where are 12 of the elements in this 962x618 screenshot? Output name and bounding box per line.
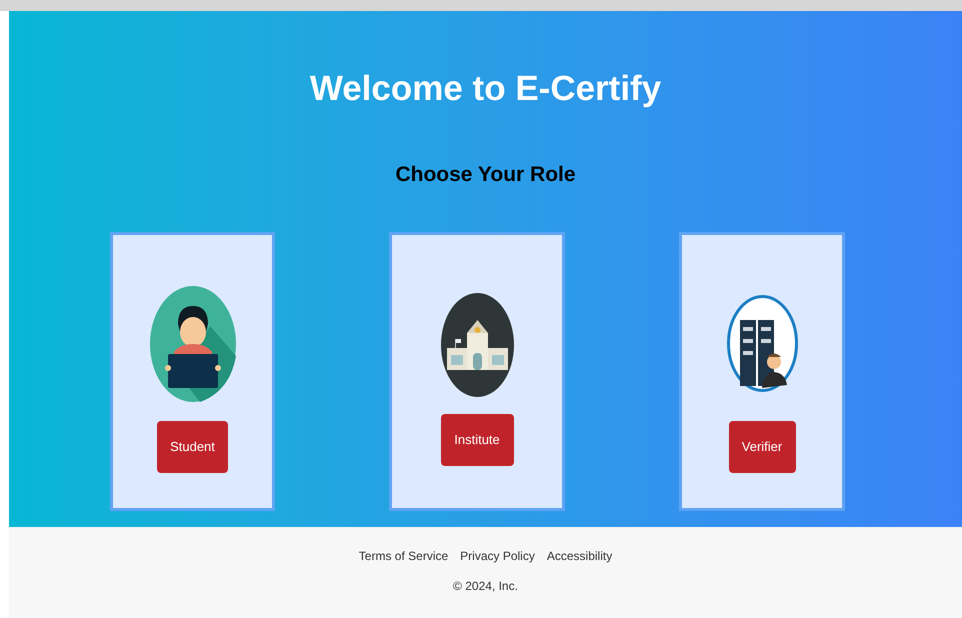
copyright-text: © 2024, Inc. xyxy=(453,578,518,595)
footer-link[interactable]: Accessibility xyxy=(546,547,612,565)
role-button[interactable]: Student xyxy=(157,421,228,473)
role-button[interactable]: Institute xyxy=(440,414,514,466)
footer-link[interactable]: Privacy Policy xyxy=(460,547,535,565)
footer-link[interactable]: Terms of Service xyxy=(358,547,448,565)
section-heading: Choose Your Role xyxy=(395,162,576,188)
office-worker-icon xyxy=(726,295,798,392)
student-reading-icon xyxy=(150,286,236,402)
page-title: Welcome to E-Certify xyxy=(310,68,662,110)
role-button[interactable]: Verifier xyxy=(728,421,796,473)
building-icon xyxy=(440,293,514,397)
